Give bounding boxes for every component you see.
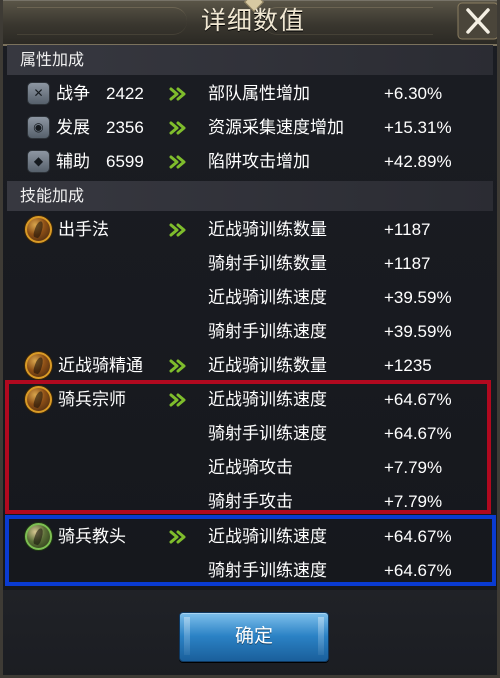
attribute-effect: 资源采集速度增加: [208, 118, 344, 138]
skill-icon: [25, 523, 52, 550]
skill-row: 骑射手攻击 +7.79%: [3, 485, 497, 519]
close-icon: [457, 2, 497, 40]
attribute-row-support: ◆ 辅助 6599 陷阱攻击增加 +42.89%: [3, 145, 497, 179]
skill-effect: 近战骑训练数量: [208, 356, 327, 376]
development-icon: ◉: [27, 116, 50, 139]
attribute-name: 发展: [56, 118, 90, 138]
skill-bonus: +1187: [384, 220, 431, 239]
skill-effect: 近战骑训练速度: [208, 390, 327, 410]
skill-bonus: +1235: [384, 356, 432, 375]
attribute-bonus: +6.30%: [384, 84, 443, 103]
dialog-title: 详细数值: [200, 6, 305, 35]
double-chevron-right-icon: [169, 155, 186, 169]
skill-row: 骑射手训练速度 +64.67%: [3, 417, 497, 451]
double-chevron-right-icon: [169, 530, 186, 544]
attribute-value: 2356: [106, 118, 144, 137]
support-icon: ◆: [27, 150, 50, 173]
attribute-value: 2422: [106, 84, 144, 103]
skill-icon: [25, 386, 52, 413]
skill-row: 近战骑攻击 +7.79%: [3, 451, 497, 485]
skill-row: 骑射手训练速度 +39.59%: [3, 315, 497, 349]
attribute-effect: 部队属性增加: [208, 84, 310, 104]
attribute-name: 战争: [56, 84, 90, 104]
skill-row: 近战骑精通 近战骑训练数量 +1235: [3, 349, 497, 383]
skill-bonus: +7.79%: [384, 492, 443, 511]
confirm-button[interactable]: 确定: [179, 612, 329, 662]
attribute-effect: 陷阱攻击增加: [208, 152, 310, 172]
skill-effect: 近战骑训练速度: [208, 527, 327, 547]
skill-icon: [25, 216, 52, 243]
attribute-row-development: ◉ 发展 2356 资源采集速度增加 +15.31%: [3, 111, 497, 145]
skill-name: 骑兵宗师: [58, 390, 126, 410]
attributes-section-header: 属性加成: [7, 45, 493, 75]
skill-effect: 骑射手训练速度: [208, 561, 327, 581]
skill-bonus: +39.59%: [384, 288, 452, 307]
dialog-titlebar: 详细数值: [3, 0, 497, 46]
skill-name: 近战骑精通: [58, 356, 143, 376]
close-button[interactable]: [457, 2, 497, 40]
skill-name: 骑兵教头: [58, 527, 126, 547]
skill-row: 骑兵宗师 近战骑训练速度 +64.67%: [3, 383, 497, 417]
skill-bonus: +64.67%: [384, 527, 452, 546]
skill-bonus: +64.67%: [384, 390, 452, 409]
skill-bonus: +1187: [384, 254, 431, 273]
skill-row: 出手法 近战骑训练数量 +1187: [3, 213, 497, 247]
skill-row: 骑射手训练速度 +64.67%: [3, 554, 497, 588]
attribute-value: 6599: [106, 152, 144, 171]
skill-effect: 骑射手训练速度: [208, 322, 327, 342]
double-chevron-right-icon: [169, 393, 186, 407]
double-chevron-right-icon: [169, 121, 186, 135]
war-icon: ✕: [27, 82, 50, 105]
attribute-bonus: +42.89%: [384, 152, 452, 171]
double-chevron-right-icon: [169, 359, 186, 373]
attribute-bonus: +15.31%: [384, 118, 452, 137]
attribute-row-war: ✕ 战争 2422 部队属性增加 +6.30%: [3, 77, 497, 111]
skill-effect: 近战骑训练速度: [208, 288, 327, 308]
skill-effect: 骑射手训练速度: [208, 424, 327, 444]
skill-icon: [25, 352, 52, 379]
skill-name: 出手法: [58, 220, 109, 240]
attribute-name: 辅助: [56, 152, 90, 172]
skill-bonus: +39.59%: [384, 322, 452, 341]
skill-row: 近战骑训练速度 +39.59%: [3, 281, 497, 315]
skill-row: 骑兵教头 近战骑训练速度 +64.67%: [3, 520, 497, 554]
skill-effect: 近战骑攻击: [208, 458, 293, 478]
skill-effect: 骑射手训练数量: [208, 254, 327, 274]
skill-bonus: +64.67%: [384, 561, 452, 580]
skill-row: 骑射手训练数量 +1187: [3, 247, 497, 281]
skill-effect: 近战骑训练数量: [208, 220, 327, 240]
skill-bonus: +7.79%: [384, 458, 443, 477]
double-chevron-right-icon: [169, 223, 186, 237]
skill-effect: 骑射手攻击: [208, 492, 293, 512]
skills-section-header: 技能加成: [7, 181, 493, 211]
skill-bonus: +64.67%: [384, 424, 452, 443]
double-chevron-right-icon: [169, 87, 186, 101]
detail-values-dialog: 详细数值 属性加成 ✕ 战争 2422 部队属性增加 +6.30% ◉ 发展 2…: [0, 0, 500, 678]
